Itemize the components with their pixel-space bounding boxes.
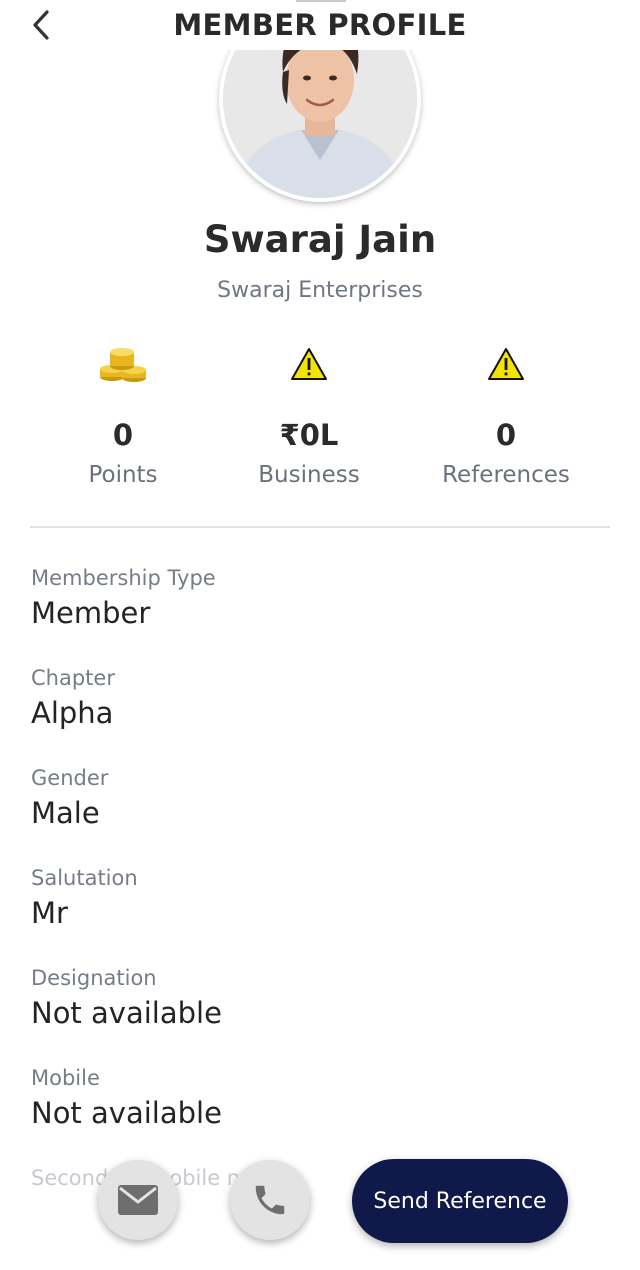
app-header: MEMBER PROFILE — [0, 0, 640, 50]
field-label: Mobile — [31, 1066, 100, 1090]
field-designation: Designation Not available — [31, 966, 591, 1030]
field-value: Alpha — [31, 696, 114, 730]
warning-icon — [219, 340, 399, 388]
field-gender: Gender Male — [31, 766, 591, 830]
field-label: Membership Type — [31, 566, 216, 590]
stat-business[interactable]: ₹0L Business — [219, 340, 399, 488]
coins-icon — [33, 340, 213, 388]
points-label: Points — [88, 462, 158, 488]
field-salutation: Salutation Mr — [31, 866, 591, 930]
drag-notch — [296, 0, 346, 2]
field-mobile: Mobile Not available — [31, 1066, 591, 1130]
email-button[interactable] — [98, 1160, 178, 1240]
references-label: References — [442, 462, 570, 488]
field-chapter: Chapter Alpha — [31, 666, 591, 730]
call-button[interactable] — [230, 1160, 310, 1240]
stat-points[interactable]: 0 Points — [33, 340, 213, 488]
field-value: Not available — [31, 1096, 222, 1130]
field-label: Gender — [31, 766, 109, 790]
stat-references[interactable]: 0 References — [416, 340, 596, 488]
field-label: Salutation — [31, 866, 138, 890]
page-title: MEMBER PROFILE — [173, 8, 467, 42]
field-value: Mr — [31, 896, 68, 930]
member-company: Swaraj Enterprises — [217, 278, 423, 303]
field-value: Member — [31, 596, 151, 630]
field-label: Chapter — [31, 666, 115, 690]
business-label: Business — [258, 462, 360, 488]
references-value: 0 — [495, 418, 517, 452]
divider — [30, 526, 610, 528]
field-label: Designation — [31, 966, 157, 990]
field-value: Not available — [31, 996, 222, 1030]
phone-icon — [255, 1185, 285, 1215]
mail-icon — [118, 1185, 158, 1215]
points-value: 0 — [112, 418, 134, 452]
field-value: Male — [31, 796, 100, 830]
member-name: Swaraj Jain — [203, 218, 437, 261]
send-reference-button[interactable]: Send Reference — [352, 1159, 568, 1243]
business-value: ₹0L — [279, 418, 339, 452]
field-membership-type: Membership Type Member — [31, 566, 591, 630]
warning-icon — [416, 340, 596, 388]
